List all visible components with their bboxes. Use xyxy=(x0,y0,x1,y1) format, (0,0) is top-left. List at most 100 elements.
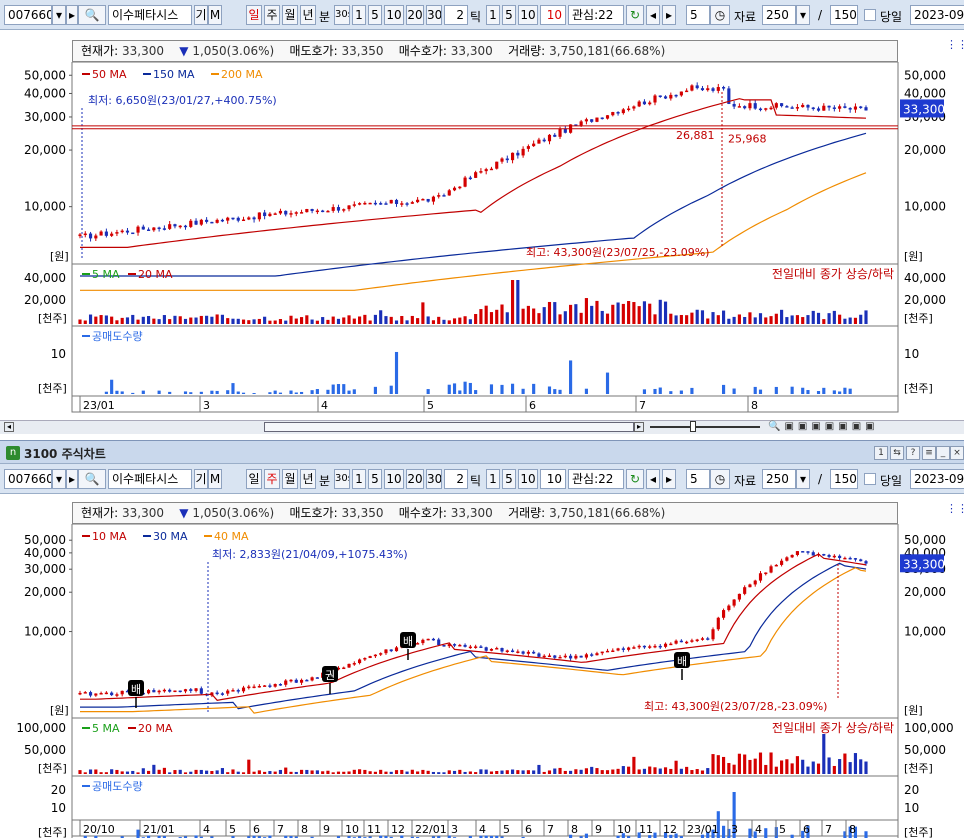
volume-bar xyxy=(832,310,836,324)
code-dropdown-icon[interactable]: ▾ xyxy=(52,5,66,25)
play-icon[interactable]: ▸ xyxy=(662,469,676,489)
window-minimize-icon[interactable]: _ xyxy=(936,446,950,460)
g-button[interactable]: 기 xyxy=(194,5,208,25)
candle-body xyxy=(147,229,151,231)
tick-10-button[interactable]: 10 xyxy=(518,5,538,25)
bottom-chart-svg[interactable]: 50,00050,00040,00040,00030,00030,00020,0… xyxy=(0,524,964,838)
candle-body xyxy=(289,213,293,215)
volume-bar xyxy=(859,759,863,774)
period-month-button[interactable]: 월 xyxy=(282,469,298,489)
code-dropdown-icon[interactable]: ▾ xyxy=(52,469,66,489)
today-checkbox[interactable] xyxy=(864,473,876,485)
date-field[interactable]: 2023-09-0 xyxy=(910,469,964,489)
zoom-slider[interactable] xyxy=(650,426,760,428)
play-icon[interactable]: ▸ xyxy=(662,5,676,25)
m-button[interactable]: M xyxy=(208,469,222,489)
count-input[interactable]: 5 xyxy=(686,5,710,25)
refresh-icon[interactable]: ↻ xyxy=(626,5,644,25)
minute-10-button[interactable]: 10 xyxy=(384,469,404,489)
stock-name-field[interactable]: 이수페타시스 xyxy=(108,469,192,489)
volume-bar xyxy=(737,753,741,774)
tick-input[interactable]: 2 xyxy=(444,5,468,25)
minute-5-button[interactable]: 5 xyxy=(368,469,382,489)
top-chart-svg[interactable]: 50,00050,00040,00040,00030,00030,00020,0… xyxy=(0,62,964,422)
search-icon[interactable]: 🔍 xyxy=(78,5,106,25)
period-30s-button[interactable]: 30s xyxy=(334,469,350,489)
volume-bar xyxy=(157,769,161,774)
today-checkbox[interactable] xyxy=(864,9,876,21)
data-count-select[interactable]: 250 xyxy=(762,5,796,25)
period-week-button[interactable]: 주 xyxy=(264,469,280,489)
data-dropdown-icon[interactable]: ▾ xyxy=(796,469,810,489)
stock-name-field[interactable]: 이수페타시스 xyxy=(108,5,192,25)
window-settings-icon[interactable]: ≡ xyxy=(922,446,936,460)
scroll-right-icon[interactable]: ▸ xyxy=(634,422,644,432)
refresh-icon[interactable]: ↻ xyxy=(626,469,644,489)
minute-30-button[interactable]: 30 xyxy=(426,5,442,25)
volume-bar xyxy=(131,770,135,774)
chart-menu-icon[interactable]: ⋮⋮ xyxy=(946,38,964,51)
minute-5-button[interactable]: 5 xyxy=(368,5,382,25)
interest-field[interactable]: 관심:22 xyxy=(568,469,624,489)
window-help-icon[interactable]: ? xyxy=(906,446,920,460)
period-day-button[interactable]: 일 xyxy=(246,5,262,25)
date-field[interactable]: 2023-09-0 xyxy=(910,5,964,25)
candle-body xyxy=(199,219,203,225)
volume-bar xyxy=(268,771,272,774)
clock-icon[interactable]: ◷ xyxy=(710,5,730,25)
tick-1-button[interactable]: 1 xyxy=(486,5,500,25)
minute-10-button[interactable]: 10 xyxy=(384,5,404,25)
window-close-icon[interactable]: × xyxy=(950,446,964,460)
clock-icon[interactable]: ◷ xyxy=(710,469,730,489)
minute-1-button[interactable]: 1 xyxy=(352,5,366,25)
tick-count-input[interactable]: 10 xyxy=(540,469,566,489)
next-arrow-icon[interactable]: ▸ xyxy=(66,469,78,489)
minute-30-button[interactable]: 30 xyxy=(426,469,442,489)
top-scrollbar[interactable]: ◂ ▸ 🔍▣▣▣▣▣▣▣ xyxy=(0,420,964,434)
period-year-button[interactable]: 년 xyxy=(300,469,316,489)
volume-bar xyxy=(442,319,446,324)
m-button[interactable]: M xyxy=(208,5,222,25)
period-month-button[interactable]: 월 xyxy=(282,5,298,25)
period-year-button[interactable]: 년 xyxy=(300,5,316,25)
prev-icon[interactable]: ◂ xyxy=(646,469,660,489)
chart-tools-icon[interactable]: 🔍▣▣▣▣▣▣▣ xyxy=(768,421,879,432)
next-arrow-icon[interactable]: ▸ xyxy=(66,5,78,25)
x-axis-label: 6 xyxy=(803,823,810,836)
prev-icon[interactable]: ◂ xyxy=(646,5,660,25)
g-button[interactable]: 기 xyxy=(194,469,208,489)
window-info-icon[interactable]: 1 xyxy=(874,446,888,460)
minute-20-button[interactable]: 20 xyxy=(406,469,424,489)
tick-1-button[interactable]: 1 xyxy=(486,469,500,489)
x-axis-label: 3 xyxy=(203,399,210,412)
stock-code-field[interactable]: 007660 xyxy=(4,5,52,25)
data-count-select[interactable]: 250 xyxy=(762,469,796,489)
scroll-left-icon[interactable]: ◂ xyxy=(4,422,14,432)
zoom-slider-handle[interactable] xyxy=(690,421,696,432)
window-link-icon[interactable]: ⇆ xyxy=(890,446,904,460)
stock-code-field[interactable]: 007660 xyxy=(4,469,52,489)
tick-5-button[interactable]: 5 xyxy=(502,5,516,25)
tick-input[interactable]: 2 xyxy=(444,469,468,489)
count-input[interactable]: 5 xyxy=(686,469,710,489)
search-icon[interactable]: 🔍 xyxy=(78,469,106,489)
tick-10-button[interactable]: 10 xyxy=(518,469,538,489)
tick-count-input[interactable]: 10 xyxy=(540,5,566,25)
period-30s-button[interactable]: 30s xyxy=(334,5,350,25)
volume-bar xyxy=(205,315,209,324)
chart-menu-icon[interactable]: ⋮⋮ xyxy=(946,502,964,515)
data-dropdown-icon[interactable]: ▾ xyxy=(796,5,810,25)
short-sell-bar xyxy=(326,389,330,394)
volume-bar xyxy=(727,763,731,774)
short-sell-bar xyxy=(452,383,457,394)
period-week-button[interactable]: 주 xyxy=(264,5,280,25)
view-count-input[interactable]: 150 xyxy=(830,469,858,489)
minute-1-button[interactable]: 1 xyxy=(352,469,366,489)
period-day-button[interactable]: 일 xyxy=(246,469,262,489)
view-count-input[interactable]: 150 xyxy=(830,5,858,25)
interest-field[interactable]: 관심:22 xyxy=(568,5,624,25)
ma-legend-label: 30 MA xyxy=(153,530,188,543)
minute-20-button[interactable]: 20 xyxy=(406,5,424,25)
tick-5-button[interactable]: 5 xyxy=(502,469,516,489)
scroll-thumb[interactable] xyxy=(264,422,634,432)
